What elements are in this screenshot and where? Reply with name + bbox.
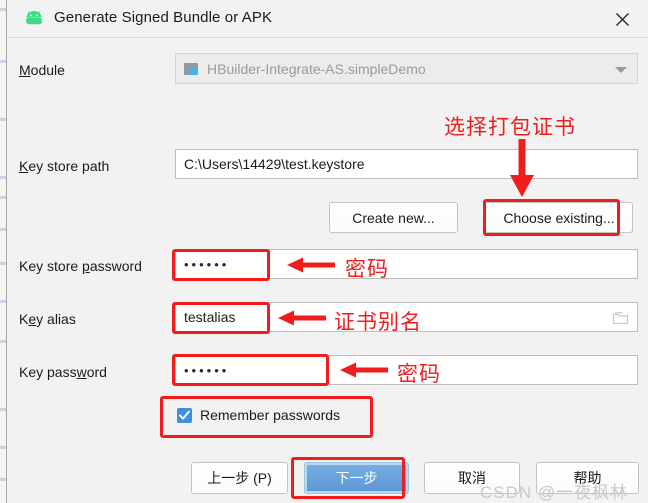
remember-passwords-checkbox[interactable]: Remember passwords bbox=[177, 407, 340, 423]
key-store-password-value: •••••• bbox=[184, 256, 230, 272]
help-button-label: 帮助 bbox=[573, 470, 602, 486]
cancel-button[interactable]: 取消 bbox=[424, 462, 520, 494]
key-alias-input[interactable]: testalias bbox=[175, 302, 638, 332]
help-button[interactable]: 帮助 bbox=[536, 462, 639, 494]
module-select-value: HBuilder-Integrate-AS.simpleDemo bbox=[207, 60, 426, 77]
close-icon[interactable] bbox=[604, 4, 640, 34]
module-label: Module bbox=[19, 62, 65, 78]
previous-button-label: 上一步 (P) bbox=[207, 470, 272, 486]
choose-existing-button[interactable]: Choose existing... bbox=[485, 202, 633, 233]
dialog-title: Generate Signed Bundle or APK bbox=[54, 9, 273, 26]
key-alias-value: testalias bbox=[184, 309, 236, 325]
background-window-edge bbox=[0, 0, 7, 503]
key-password-value: •••••• bbox=[184, 362, 230, 378]
android-robot-icon bbox=[24, 10, 44, 27]
previous-button[interactable]: 上一步 (P) bbox=[191, 462, 288, 494]
choose-existing-label: Choose existing... bbox=[503, 209, 615, 226]
key-password-input[interactable]: •••••• bbox=[175, 355, 638, 385]
key-store-password-input[interactable]: •••••• bbox=[175, 249, 638, 279]
dialog-body: Module HBuilder-Integrate-AS.simpleDemo … bbox=[8, 39, 648, 503]
key-store-path-label: Key store path bbox=[19, 158, 110, 174]
remember-passwords-label: Remember passwords bbox=[200, 407, 341, 423]
dialog-title-bar: Generate Signed Bundle or APK bbox=[8, 0, 648, 38]
next-button-label: 下一步 bbox=[335, 470, 378, 486]
cancel-button-label: 取消 bbox=[458, 470, 486, 486]
key-password-label: Key password bbox=[19, 364, 107, 380]
key-store-password-label: Key store password bbox=[19, 258, 142, 274]
key-alias-label: Key alias bbox=[19, 311, 76, 327]
create-new-label: Create new... bbox=[352, 209, 435, 226]
chevron-down-icon bbox=[615, 66, 627, 73]
next-button[interactable]: 下一步 bbox=[304, 462, 409, 494]
create-new-button[interactable]: Create new... bbox=[329, 202, 458, 233]
folder-icon[interactable] bbox=[612, 311, 629, 325]
key-store-path-value: C:\Users\14429\test.keystore bbox=[184, 156, 365, 172]
module-folder-icon bbox=[184, 62, 200, 76]
generate-signed-bundle-dialog: Generate Signed Bundle or APK Module HBu… bbox=[0, 0, 648, 503]
module-select[interactable]: HBuilder-Integrate-AS.simpleDemo bbox=[175, 53, 638, 84]
checkmark-icon bbox=[177, 407, 192, 423]
key-store-path-input[interactable]: C:\Users\14429\test.keystore bbox=[175, 149, 638, 179]
